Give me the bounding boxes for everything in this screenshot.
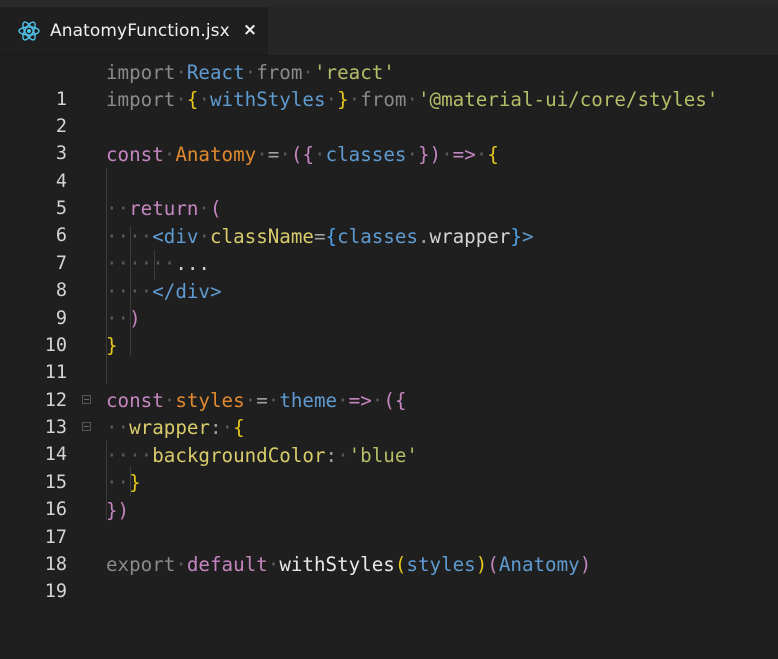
- fold-toggle-icon[interactable]: [82, 395, 91, 404]
- token: import: [106, 88, 176, 111]
- token: =: [256, 389, 268, 412]
- code-line[interactable]: 16 ··}: [0, 469, 778, 520]
- token: (: [487, 553, 499, 576]
- close-icon[interactable]: ×: [240, 20, 260, 40]
- token: }): [418, 143, 442, 166]
- token: styles: [406, 553, 476, 576]
- token: :: [325, 444, 338, 467]
- token: classes: [337, 225, 418, 248]
- code-line[interactable]: 14 ··wrapper:·{: [0, 414, 778, 465]
- code-line[interactable]: 19 export·default·withStyles(styles)(Ana…: [0, 551, 778, 602]
- token: default: [186, 553, 268, 576]
- code-line[interactable]: 18: [0, 524, 778, 575]
- token: }: [129, 471, 141, 494]
- fold-toggle-icon[interactable]: [82, 422, 91, 431]
- react-icon: [18, 20, 40, 42]
- tab-title: AnatomyFunction.jsx: [50, 21, 230, 41]
- token: (: [209, 197, 222, 220]
- token: className: [210, 225, 314, 248]
- code-line[interactable]: 12: [0, 360, 778, 411]
- token: ({: [383, 389, 407, 412]
- token: theme: [279, 389, 338, 412]
- token: ): [129, 307, 141, 330]
- token: React: [186, 61, 245, 84]
- token: wrapper: [429, 225, 511, 248]
- token: <div: [152, 225, 199, 248]
- token: ...: [175, 252, 210, 275]
- token: ): [579, 553, 592, 576]
- token: =: [313, 225, 326, 248]
- token: 'blue': [348, 444, 418, 467]
- token: :: [209, 416, 222, 439]
- token: withStyles: [279, 553, 395, 576]
- token: export: [106, 553, 176, 576]
- token: </div>: [152, 280, 222, 303]
- tab-bar: AnatomyFunction.jsx ×: [0, 7, 778, 56]
- code-line[interactable]: 10 ··): [0, 305, 778, 356]
- code-line[interactable]: 11 }: [0, 332, 778, 383]
- token: {: [487, 143, 499, 166]
- token: return: [129, 197, 199, 220]
- token: classes: [325, 143, 407, 166]
- token: >: [521, 225, 534, 248]
- code-line[interactable]: 4 const·Anatomy·=·({·classes·})·=>·{: [0, 141, 778, 192]
- code-line[interactable]: 5: [0, 168, 778, 219]
- token: Anatomy: [175, 143, 257, 166]
- code-line[interactable]: 6 ··return·(: [0, 195, 778, 246]
- token: (: [394, 553, 407, 576]
- token: .: [417, 225, 430, 248]
- token: import: [106, 61, 176, 84]
- token: const: [106, 389, 164, 412]
- code-line[interactable]: 1 import·React·from·'react': [0, 59, 778, 110]
- code-line[interactable]: 2 import·{·withStyles·}·from·'@material-…: [0, 86, 778, 137]
- code-line[interactable]: 9 ····</div>: [0, 278, 778, 329]
- token: const: [106, 143, 164, 166]
- token: ): [475, 553, 488, 576]
- token: {: [186, 88, 199, 111]
- token: }: [337, 88, 349, 111]
- token: Anatomy: [498, 553, 580, 576]
- token: 'react': [313, 61, 395, 84]
- code-editor[interactable]: 1 import·React·from·'react' 2 import·{·w…: [0, 56, 778, 602]
- token: {: [233, 416, 245, 439]
- code-line[interactable]: 13 const·styles·=·theme·=>·({: [0, 387, 778, 438]
- token: backgroundColor: [152, 444, 326, 467]
- token: }: [106, 334, 118, 357]
- token: wrapper: [129, 416, 210, 439]
- token: }: [510, 225, 522, 248]
- code-line[interactable]: 7 ····<div·className={classes.wrapper}>: [0, 223, 778, 274]
- token: }): [106, 499, 130, 522]
- token: =: [267, 143, 280, 166]
- token: =>: [452, 143, 476, 166]
- line-number: 19: [44, 581, 67, 602]
- token: from: [256, 61, 303, 84]
- code-line[interactable]: 17 }): [0, 497, 778, 548]
- token: '@material-ui/core/styles': [418, 88, 719, 111]
- editor-tab[interactable]: AnatomyFunction.jsx ×: [0, 7, 268, 55]
- token: {: [325, 225, 338, 248]
- token: withStyles: [210, 88, 326, 111]
- token: from: [360, 88, 407, 111]
- token: =>: [348, 389, 372, 412]
- code-line[interactable]: 15 ····backgroundColor:·'blue': [0, 442, 778, 493]
- token: styles: [175, 389, 245, 412]
- code-line[interactable]: 8 ······...: [0, 250, 778, 301]
- code-line[interactable]: 3: [0, 113, 778, 164]
- title-strip: [0, 0, 778, 7]
- token: ({: [290, 143, 314, 166]
